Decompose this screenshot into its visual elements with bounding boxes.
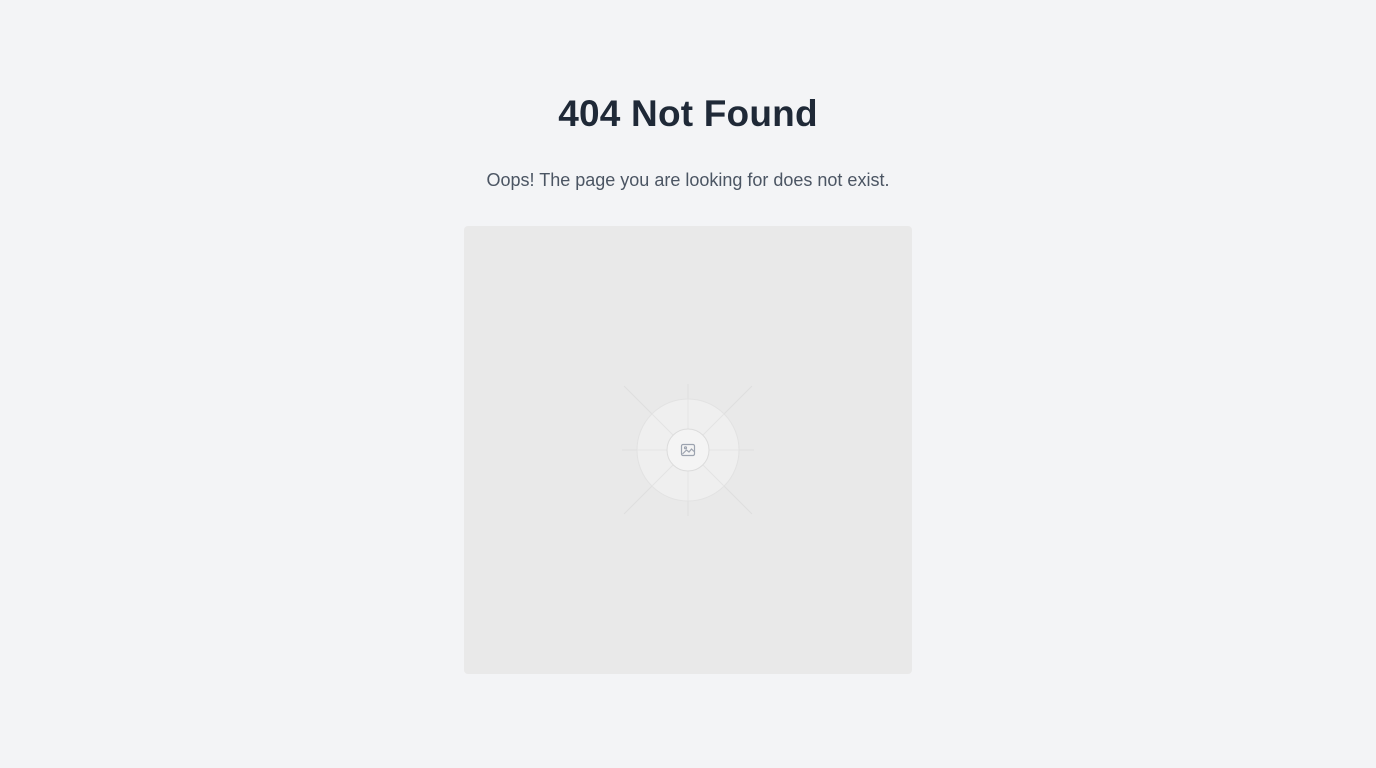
error-message: Oops! The page you are looking for does … (486, 170, 890, 190)
not-found-page: 404 Not Found Oops! The page you are loo… (0, 0, 1376, 768)
image-placeholder (464, 226, 912, 674)
placeholder-graphic (622, 384, 754, 516)
page-title: 404 Not Found (558, 93, 818, 134)
